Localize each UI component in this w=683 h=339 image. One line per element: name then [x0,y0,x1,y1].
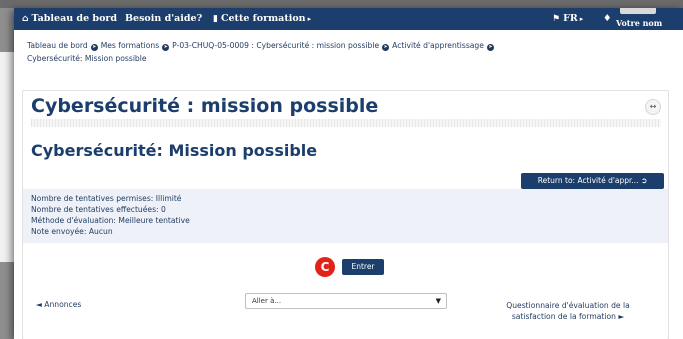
expand-icon[interactable]: ↔ [645,99,661,115]
return-button[interactable]: Return to: Activité d'appr... ➲ [521,173,664,189]
browser-window: ⌂ Tableau de bord Besoin d'aide? ▮ Cette f… [14,8,683,339]
sign-in-icon: ➲ [640,176,648,185]
circle-arrow-right-icon: ➤ [90,44,98,51]
nav-language[interactable]: ⚑ FR ▸ [552,12,583,26]
breadcrumb-item[interactable]: Tableau de bord [27,41,88,50]
navbar: ⌂ Tableau de bord Besoin d'aide? ▮ Cette f… [14,8,683,30]
nav-course-caret: ▸ [307,15,312,23]
info-line: Nombre de tentatives permises: Illimité [31,194,182,203]
activity-card: Cybersécurité : mission possible ↔ Cyber… [22,90,669,339]
flag-icon: ⚑ [552,14,561,24]
nav-help[interactable]: Besoin d'aide? [125,12,202,25]
circle-arrow-right-icon: ➤ [486,44,494,51]
nav-dashboard-label: Tableau de bord [31,13,118,24]
nav-language-label: FR [563,13,578,24]
step-badge: C [315,257,335,277]
next-activity-link[interactable]: Questionnaire d'évaluation de la satisfa… [485,300,651,322]
jump-to-select[interactable]: Aller à... ▼ [245,293,447,309]
nav-language-caret: ▸ [579,15,584,23]
attempt-info: Nombre de tentatives permises: Illimité … [23,189,668,243]
nav-help-label: Besoin d'aide? [125,13,203,24]
home-icon: ⌂ [22,14,29,24]
info-line: Méthode d'évaluation: Meilleure tentativ… [31,216,190,225]
bell-icon[interactable]: ♦ [603,12,612,25]
breadcrumb-item[interactable]: Activité d'apprentissage [392,41,484,50]
enter-button[interactable]: Entrer [342,259,384,275]
breadcrumb-item[interactable]: P-03-CHUQ-05-0009 : Cybersécurité : miss… [172,41,379,50]
background-window-left [0,52,14,262]
previous-activity-link[interactable]: ◄ Annonces [36,300,81,309]
circle-arrow-right-icon: ➤ [382,44,390,51]
background-window-edge [0,0,683,8]
chevron-down-icon: ▼ [435,297,441,305]
activity-title: Cybersécurité: Mission possible [31,141,318,160]
circle-arrow-right-icon: ➤ [162,44,170,51]
return-button-label: Return to: Activité d'appr... [537,176,639,185]
course-title: Cybersécurité : mission possible [31,95,379,117]
avatar[interactable] [620,8,656,14]
nav-course-label: Cette formation [220,13,306,24]
info-line: Note envoyée: Aucun [31,227,113,236]
info-line: Nombre de tentatives effectuées: 0 [31,205,166,214]
breadcrumb: Tableau de bord ➤ Mes formations ➤ P-03-CHUQ… [27,40,617,65]
breadcrumb-item[interactable]: Mes formations [101,41,159,50]
nav-course[interactable]: ▮ Cette formation ▸ [213,12,311,26]
user-name[interactable]: Votre nom [616,18,662,28]
book-icon: ▮ [213,14,218,24]
breadcrumb-current: Cybersécurité: Mission possible [27,53,147,63]
jump-to-value: Aller à... [252,297,282,305]
title-divider [31,119,661,127]
nav-dashboard[interactable]: ⌂ Tableau de bord [22,12,117,26]
